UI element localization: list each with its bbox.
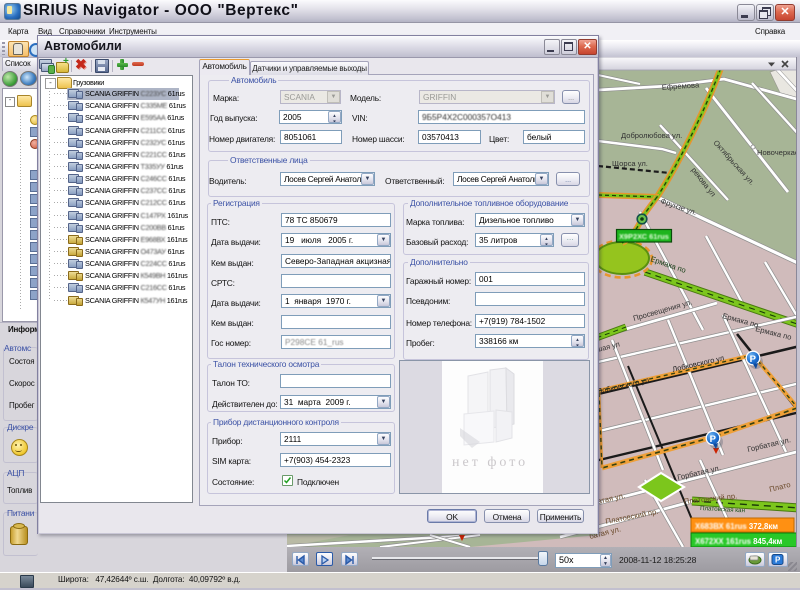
svg-text:P: P — [750, 354, 757, 365]
svg-text:Щорса ул.: Щорса ул. — [612, 159, 648, 168]
svg-text:P: P — [775, 556, 781, 565]
svg-text:Добролюбова ул.: Добролюбова ул. — [621, 131, 682, 140]
svg-text:Х9Р2ХС 61rus: Х9Р2ХС 61rus — [619, 232, 669, 241]
svg-text:Новочеркасск: Новочеркасск — [757, 148, 800, 157]
svg-text:P: P — [710, 434, 717, 445]
svg-text:Х672ХХ 161rus 845,4км: Х672ХХ 161rus 845,4км — [695, 537, 783, 546]
svg-text:Х683ВХ 61rus 372,8км: Х683ВХ 61rus 372,8км — [695, 522, 778, 531]
